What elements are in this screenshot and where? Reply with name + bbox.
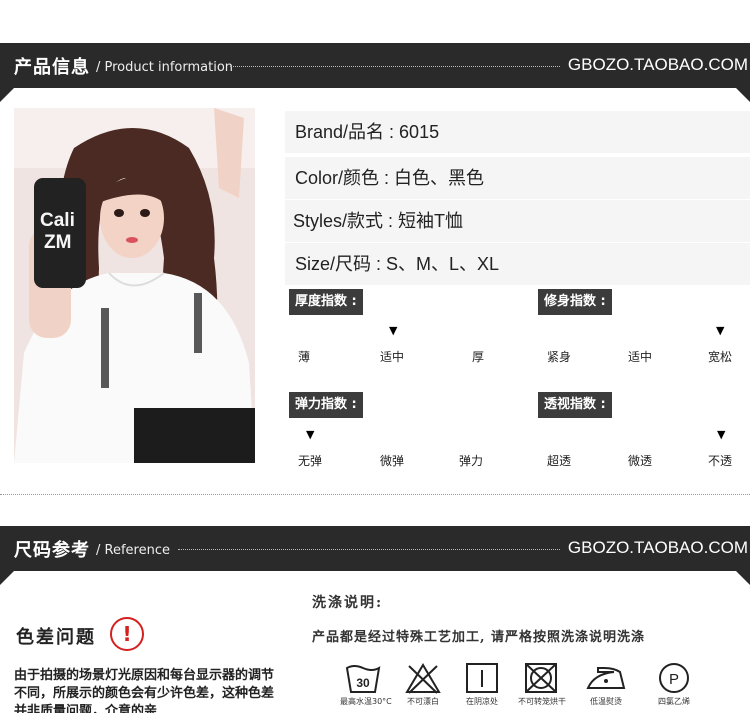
shop-url[interactable]: GBOZO.TAOBAO.COM [568, 55, 748, 75]
thickness-selected-arrow: ▼ [389, 324, 398, 337]
care-label: 在阴凉处 [466, 697, 498, 706]
no-bleach-icon: 不可漂白 [400, 662, 446, 707]
phone-case-text: Cali [40, 210, 75, 231]
line-dry-icon: 在阴凉处 [459, 662, 505, 707]
product-info-header: 产品信息 / Product information GBOZO.TAOBAO.… [0, 43, 750, 102]
spec-row-size: Size/尺码 : S、M、L、XL [285, 243, 750, 285]
spec-key: Brand/品名 : [295, 122, 400, 142]
spec-value: 白色、黑色 [394, 168, 485, 188]
photo-illustration: Cali ZM [14, 108, 255, 463]
warning-icon: ! [110, 617, 144, 651]
thickness-index-label: 厚度指数 : [289, 289, 363, 315]
stretch-selected-arrow: ▼ [306, 428, 315, 441]
section-title: 尺码参考 [14, 540, 90, 561]
section-subtitle: / Product information [96, 60, 234, 75]
spec-key: Styles/款式 : [293, 211, 399, 231]
corner-left [0, 88, 14, 102]
thickness-level-thin: 薄 [298, 350, 311, 364]
phone-case-text-2: ZM [44, 232, 71, 253]
section-title: 产品信息 [14, 57, 90, 78]
size-reference-header: 尺码参考 / Reference GBOZO.TAOBAO.COM [0, 526, 750, 585]
sheerness-level-slight: 微透 [628, 454, 653, 468]
wash-temp-number: 30 [356, 676, 370, 690]
care-label: 最高水温30°C [340, 697, 392, 706]
dry-clean-letter: P [669, 671, 679, 688]
thickness-level-thick: 厚 [472, 350, 485, 364]
color-notice-title: 色差问题 [16, 627, 96, 648]
care-label: 不可漂白 [407, 697, 439, 706]
stretch-level-none: 无弹 [298, 454, 323, 468]
wash-description: 产品都是经过特殊工艺加工, 请严格按照洗涤说明洗涤 [312, 630, 646, 645]
stretch-level-stretch: 弹力 [459, 454, 484, 468]
spec-value: 短袖T恤 [398, 211, 464, 231]
sheerness-level-opaque: 不透 [708, 454, 733, 468]
dry-clean-p-icon: P 四氯乙烯 [651, 662, 697, 707]
spec-key: Size/尺码 : [295, 254, 387, 274]
fit-level-medium: 适中 [628, 350, 653, 364]
section-subtitle: / Reference [96, 543, 170, 558]
corner-right [736, 88, 750, 102]
no-tumble-dry-icon: 不可转笼烘干 [518, 662, 566, 707]
fit-level-loose: 宽松 [708, 350, 733, 364]
dotted-divider [178, 549, 560, 550]
fit-index-label: 修身指数 : [538, 289, 612, 315]
shop-url[interactable]: GBOZO.TAOBAO.COM [568, 538, 748, 558]
spec-row-color: Color/颜色 : 白色、黑色 [285, 157, 750, 199]
spec-row-brand: Brand/品名 : 6015 [285, 111, 750, 153]
section-divider [0, 494, 750, 495]
fit-selected-arrow: ▼ [716, 324, 725, 337]
dotted-divider [230, 66, 560, 67]
sheerness-index-label: 透视指数 : [538, 392, 612, 418]
wash-title: 洗涤说明: [312, 595, 384, 611]
thickness-level-medium: 适中 [380, 350, 405, 364]
care-label: 低温熨烫 [590, 697, 622, 706]
wash-30-icon: 30 最高水温30°C [340, 662, 392, 707]
sheerness-selected-arrow: ▼ [717, 428, 726, 441]
product-photo: Cali ZM [14, 108, 255, 463]
stretch-level-slight: 微弹 [380, 454, 405, 468]
fit-level-tight: 紧身 [547, 350, 572, 364]
spec-value: 6015 [399, 122, 440, 142]
low-iron-icon: 低温熨烫 [583, 662, 629, 707]
color-notice-text: 由于拍摄的场景灯光原因和每台显示器的调节不同，所展示的颜色会有少许色差，这种色差… [14, 668, 275, 713]
corner-left [0, 571, 14, 585]
spec-value: S、M、L、XL [386, 254, 500, 274]
care-label: 四氯乙烯 [658, 697, 690, 706]
stretch-index-label: 弹力指数 : [289, 392, 363, 418]
spec-row-style: Styles/款式 : 短袖T恤 [285, 200, 750, 242]
corner-right [736, 571, 750, 585]
sheerness-level-sheer: 超透 [547, 454, 572, 468]
spec-key: Color/颜色 : [295, 168, 395, 188]
care-label: 不可转笼烘干 [518, 697, 566, 706]
